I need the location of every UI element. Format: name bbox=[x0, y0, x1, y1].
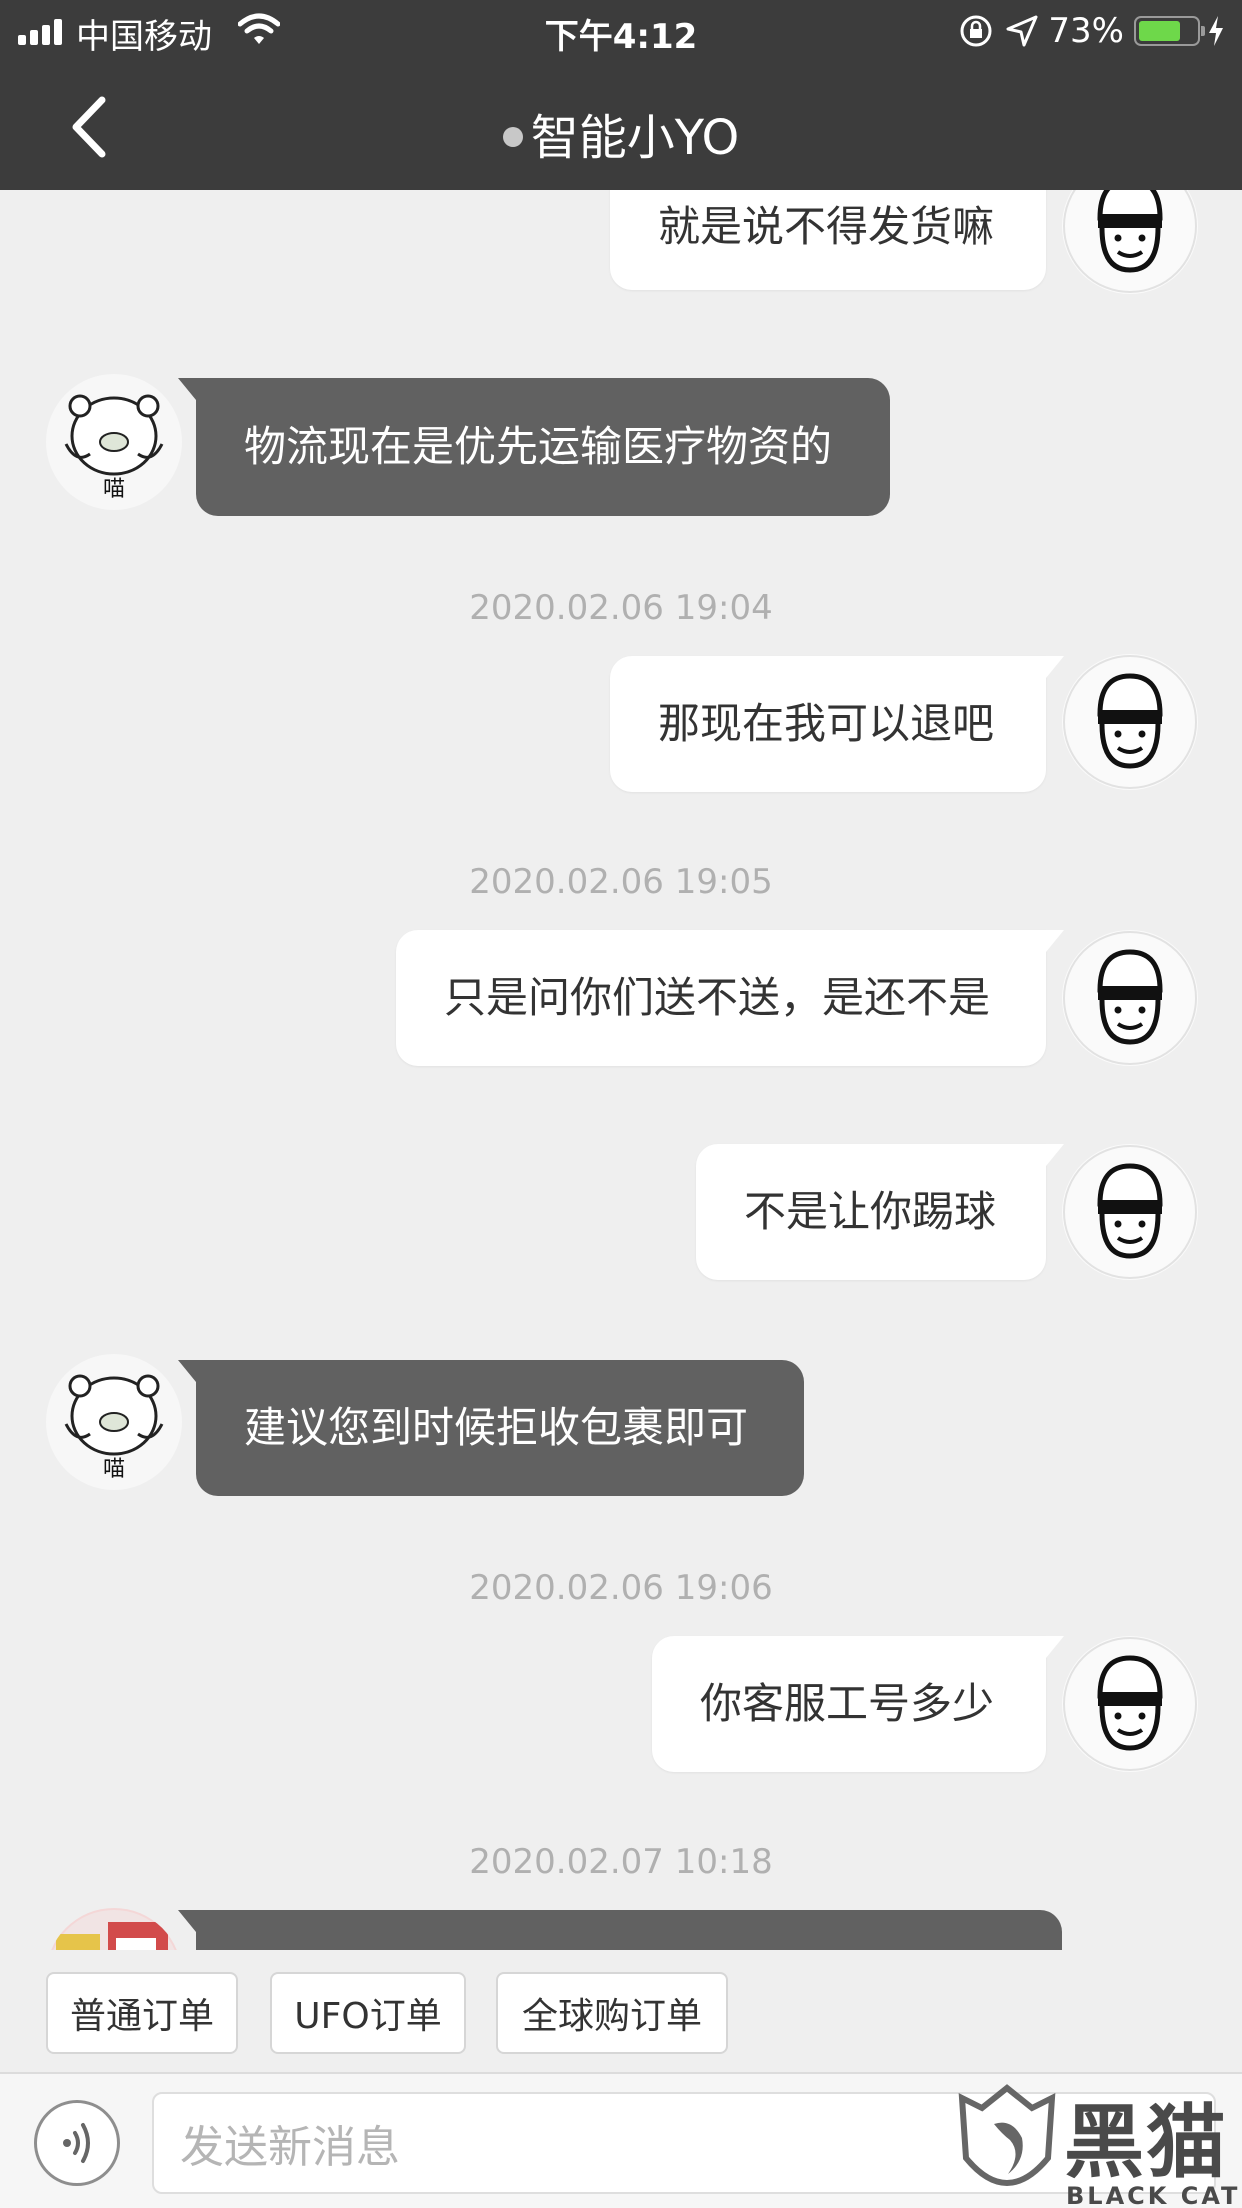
cartoon-face-avatar bbox=[1063, 190, 1197, 293]
cat-logo-icon bbox=[958, 2084, 1056, 2186]
bot-avatar[interactable]: 喵 bbox=[46, 1354, 182, 1490]
timestamp: 2020.02.06 19:04 bbox=[469, 588, 773, 628]
photo-avatar bbox=[53, 1910, 175, 1950]
outgoing-message[interactable]: 那现在我可以退吧 bbox=[610, 656, 1064, 792]
cartoon-face-avatar bbox=[1063, 931, 1197, 1065]
timestamp: 2020.02.06 19:05 bbox=[469, 862, 773, 902]
cartoon-face-avatar bbox=[1063, 1637, 1197, 1771]
battery-percent: 73% bbox=[1048, 11, 1124, 51]
page-title: 智能小YO bbox=[0, 98, 1242, 168]
status-right: 73% bbox=[956, 9, 1226, 53]
status-bar: 中国移动 下午4:12 73% bbox=[0, 0, 1242, 62]
navigation-bar: 智能小YO bbox=[0, 62, 1242, 190]
input-bar: 发送新消息 黑猫 BLACK CAT bbox=[0, 2072, 1242, 2208]
quick-reply-bar: 普通订单 UFO订单 全球购订单 bbox=[0, 1950, 1242, 2072]
watermark: 黑猫 BLACK CAT bbox=[952, 2078, 1242, 2208]
battery-icon bbox=[1134, 16, 1205, 46]
message-text: 建议您到时候拒收包裹即可 bbox=[244, 1403, 749, 1452]
message-text: 不是让你踢球 bbox=[744, 1187, 997, 1236]
bot-avatar[interactable]: 喵 bbox=[46, 374, 182, 510]
location-icon bbox=[1006, 15, 1038, 47]
cartoon-face-avatar bbox=[1063, 655, 1197, 789]
outgoing-message[interactable]: 就是说不得发货嘛 bbox=[610, 190, 1046, 290]
user-avatar[interactable] bbox=[1062, 190, 1198, 294]
quick-button-ufo-order[interactable]: UFO订单 bbox=[270, 1972, 466, 2054]
bear-meme-avatar: 喵 bbox=[48, 1356, 180, 1488]
watermark-text: 黑猫 bbox=[1064, 2096, 1228, 2189]
incoming-message[interactable]: 物流现在是优先运输医疗物资的 bbox=[178, 378, 890, 516]
chat-thread[interactable]: 就是说不得发货嘛 喵 物流现在是优先运输医疗物资的 2020.02.06 19:… bbox=[0, 190, 1242, 1950]
bot-avatar-label: 喵 bbox=[103, 477, 125, 502]
user-avatar[interactable] bbox=[1062, 1144, 1198, 1280]
online-dot bbox=[502, 127, 523, 147]
timestamp: 2020.02.07 10:18 bbox=[469, 1842, 773, 1882]
cartoon-face-avatar bbox=[1063, 1145, 1197, 1279]
outgoing-message[interactable]: 不是让你踢球 bbox=[696, 1144, 1064, 1280]
incoming-message[interactable]: 建议您到时候拒收包裹即可 bbox=[178, 1360, 804, 1496]
orientation-lock-icon bbox=[960, 15, 992, 47]
watermark-subtext: BLACK CAT bbox=[1066, 2182, 1241, 2208]
user-avatar[interactable] bbox=[1062, 930, 1198, 1066]
top-bar: 中国移动 下午4:12 73% 智能小YO bbox=[0, 0, 1242, 190]
charging-icon bbox=[1209, 16, 1223, 46]
voice-icon[interactable] bbox=[34, 2100, 120, 2186]
quick-button-normal-order[interactable]: 普通订单 bbox=[46, 1972, 238, 2054]
user-avatar[interactable] bbox=[1062, 1636, 1198, 1772]
message-text: 只是问你们送不送，是还不是 bbox=[444, 973, 991, 1022]
message-text: 就是说不得发货嘛 bbox=[658, 202, 995, 251]
bot-avatar[interactable] bbox=[46, 1908, 182, 1950]
bear-meme-avatar: 喵 bbox=[48, 376, 180, 508]
message-text: 那现在我可以退吧 bbox=[658, 699, 995, 748]
outgoing-message[interactable]: 你客服工号多少 bbox=[652, 1636, 1064, 1772]
incoming-message[interactable] bbox=[178, 1910, 1062, 1950]
title-text: 智能小YO bbox=[530, 110, 740, 166]
message-text: 你客服工号多少 bbox=[700, 1679, 995, 1728]
timestamp: 2020.02.06 19:06 bbox=[469, 1568, 773, 1608]
user-avatar[interactable] bbox=[1062, 654, 1198, 790]
bot-avatar-label: 喵 bbox=[103, 1457, 125, 1482]
quick-button-global-order[interactable]: 全球购订单 bbox=[496, 1972, 728, 2054]
outgoing-message[interactable]: 只是问你们送不送，是还不是 bbox=[396, 930, 1064, 1066]
message-text: 物流现在是优先运输医疗物资的 bbox=[244, 422, 833, 471]
